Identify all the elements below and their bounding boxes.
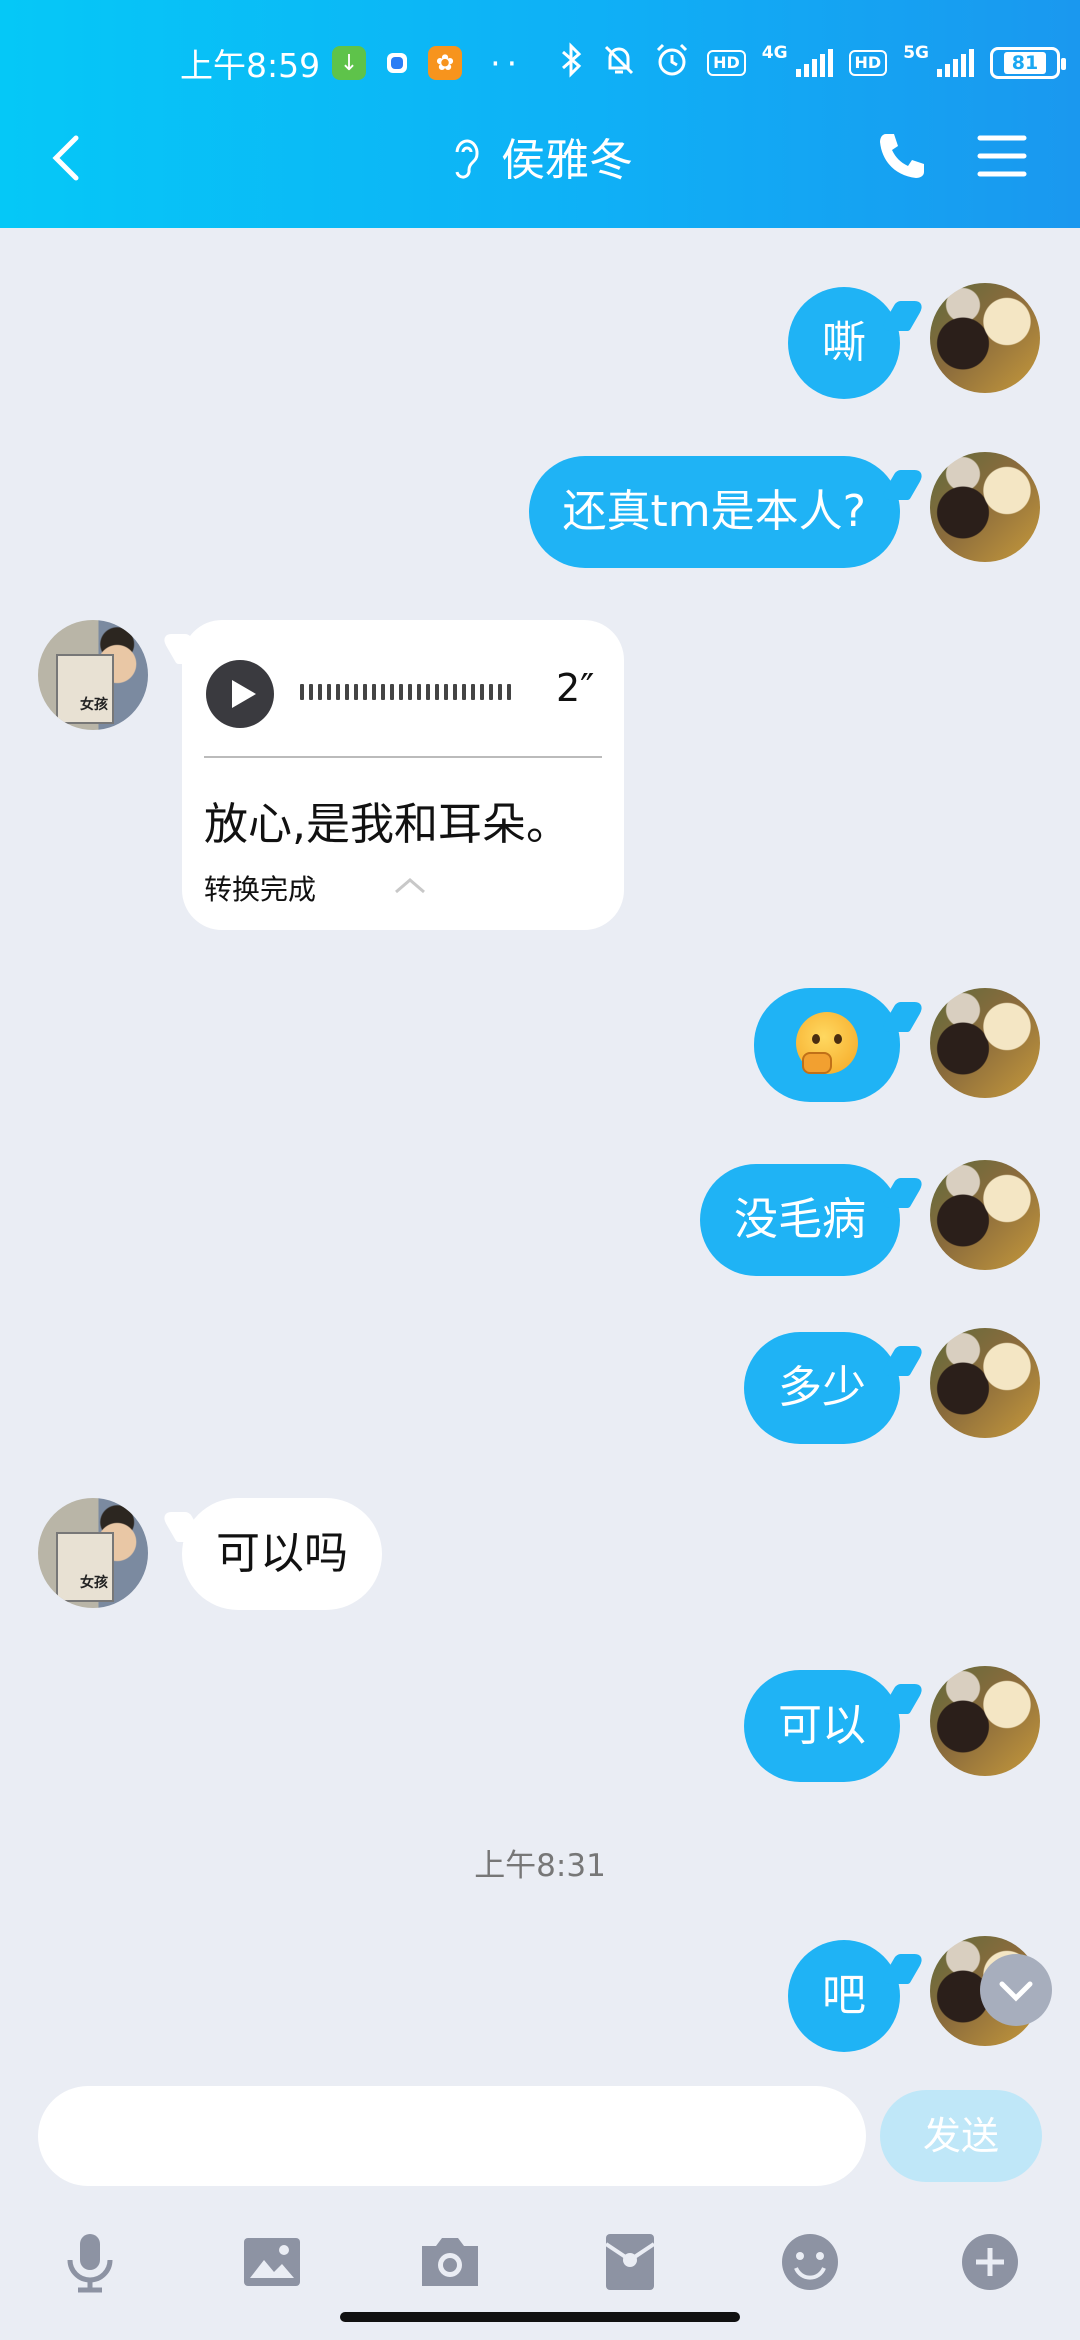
- bluetooth-icon: [559, 41, 585, 85]
- emoji-icon: [782, 2234, 838, 2290]
- avatar[interactable]: [930, 1160, 1040, 1270]
- hamburger-menu-icon: [977, 135, 1027, 177]
- message-bubble[interactable]: 嘶: [788, 287, 900, 399]
- menu-button[interactable]: [974, 128, 1030, 184]
- conversion-status: 转换完成: [204, 873, 317, 906]
- contact-name: 侯雅冬: [501, 135, 633, 186]
- ear-icon: [455, 139, 479, 179]
- message-bubble[interactable]: [754, 988, 900, 1102]
- message-input[interactable]: [38, 2086, 866, 2186]
- message-bubble[interactable]: 没毛病: [700, 1164, 900, 1276]
- avatar[interactable]: 女孩: [38, 620, 148, 730]
- battery-level: 81: [1003, 52, 1047, 74]
- hd-badge-2: HD: [848, 50, 888, 76]
- image-icon: [244, 2238, 300, 2286]
- microphone-icon: [67, 2234, 113, 2293]
- signal-icon-1: [795, 49, 833, 77]
- more-notifications-icon: ··: [490, 43, 524, 83]
- network-4g-label: 4G: [761, 43, 788, 63]
- more-button[interactable]: [956, 2228, 1024, 2296]
- hd-badge-1: HD: [707, 50, 746, 76]
- avatar[interactable]: [930, 452, 1040, 562]
- status-time: 上午8:59: [180, 46, 321, 85]
- phone-icon: [880, 134, 924, 178]
- scroll-to-bottom-button[interactable]: [980, 1954, 1052, 2026]
- avatar[interactable]: 女孩: [38, 1498, 148, 1608]
- message-bubble[interactable]: 可以: [744, 1670, 900, 1782]
- play-icon[interactable]: [206, 660, 274, 728]
- waveform-icon: [300, 684, 511, 700]
- voice-duration: 2″: [556, 666, 595, 710]
- chevron-up-icon[interactable]: [390, 870, 430, 900]
- network-5g-label: 5G: [903, 43, 929, 63]
- emoji-button[interactable]: [776, 2228, 844, 2296]
- album-button[interactable]: [238, 2228, 306, 2296]
- message-bubble[interactable]: 吧: [788, 1940, 900, 2052]
- message-timestamp: 上午8:31: [474, 1848, 606, 1884]
- message-bubble[interactable]: 可以吗: [182, 1498, 382, 1610]
- chat-header: 上午8:59 ↓ ✿ ·· HD 4G HD 5G 81 侯雅冬: [0, 0, 1080, 228]
- camera-icon: [422, 2238, 478, 2286]
- voice-transcript: 放心,是我和耳朵。: [204, 799, 570, 850]
- message-list[interactable]: 嘶 还真tm是本人? 女孩 2″ 放心,是我和耳朵。 转换完成 没毛病 多少 女…: [0, 228, 1080, 2070]
- red-packet-button[interactable]: [596, 2228, 664, 2296]
- app-notification-icon: [380, 46, 414, 80]
- avatar[interactable]: [930, 1666, 1040, 1776]
- chevron-down-icon: [999, 1981, 1033, 2002]
- thinking-face-icon: [796, 1012, 858, 1074]
- uc-browser-icon: ✿: [428, 46, 463, 80]
- voice-message[interactable]: 2″ 放心,是我和耳朵。 转换完成: [182, 620, 624, 930]
- divider: [204, 756, 602, 758]
- battery-icon: 81: [990, 47, 1066, 79]
- alarm-icon: [653, 41, 691, 86]
- voice-input-button[interactable]: [56, 2228, 124, 2296]
- avatar[interactable]: [930, 1328, 1040, 1438]
- nav-bar: 侯雅冬: [0, 120, 1080, 200]
- avatar[interactable]: [930, 988, 1040, 1098]
- plus-icon: [962, 2234, 1018, 2290]
- status-bar: 上午8:59 ↓ ✿ ·· HD 4G HD 5G 81: [180, 38, 1066, 88]
- red-packet-icon: [604, 2234, 656, 2290]
- signal-icon-2: [937, 49, 974, 77]
- message-bubble[interactable]: 多少: [744, 1332, 900, 1444]
- home-indicator[interactable]: [340, 2312, 740, 2322]
- input-toolbar: [0, 2228, 1080, 2304]
- call-button[interactable]: [872, 126, 932, 186]
- camera-button[interactable]: [416, 2228, 484, 2296]
- message-bubble[interactable]: 还真tm是本人?: [528, 456, 900, 568]
- avatar-book-image: 女孩: [56, 654, 114, 724]
- input-bar: 发送: [0, 2070, 1080, 2340]
- mute-bell-icon: [601, 42, 637, 85]
- avatar-book-image: 女孩: [56, 1532, 114, 1602]
- download-notification-icon: ↓: [332, 46, 367, 80]
- avatar[interactable]: [930, 283, 1040, 393]
- send-button[interactable]: 发送: [880, 2090, 1042, 2182]
